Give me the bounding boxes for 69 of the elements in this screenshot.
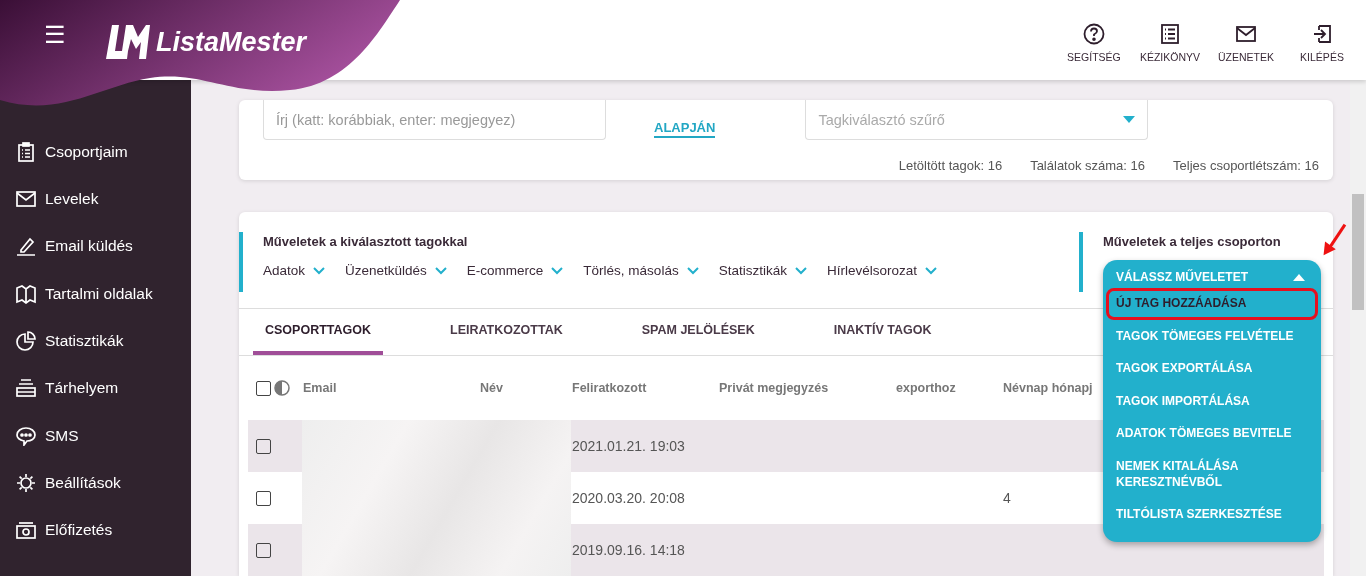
table-cell: 2020.03.20. 20:08	[571, 472, 718, 524]
column-header[interactable]: Név	[479, 356, 571, 420]
section-title: Műveletek a kiválasztott tagokkal	[263, 234, 469, 249]
header-action-button[interactable]: ÜZENETEK	[1216, 23, 1276, 63]
chevron-down-icon	[686, 266, 699, 275]
storage-icon	[16, 378, 36, 399]
gear-icon	[16, 472, 36, 493]
row-checkbox[interactable]	[256, 543, 271, 559]
table-cell: 2021.01.21. 19:03	[571, 420, 718, 472]
tab[interactable]: CSOPORTTAGOK	[253, 309, 384, 355]
action-menu[interactable]: Statisztikák	[718, 263, 807, 278]
sidebar-item[interactable]: Tartalmi oldalak	[0, 270, 191, 318]
mail-icon	[16, 189, 36, 209]
stat-text: Találatok száma: 16	[1030, 158, 1146, 173]
column-header[interactable]: exporthoz	[895, 356, 1002, 420]
tab[interactable]: SPAM JELÖLÉSEK	[629, 309, 767, 355]
envelope-icon	[1235, 23, 1257, 45]
action-menu[interactable]: Törlés, másolás	[583, 263, 699, 278]
clipboard-icon	[16, 141, 36, 162]
tab[interactable]: LEIRATKOZOTTAK	[438, 309, 575, 355]
chevron-down-icon	[551, 266, 564, 275]
stat-text: Teljes csoportlétszám: 16	[1173, 158, 1319, 173]
chevron-down-icon	[924, 266, 937, 275]
section-title: Műveletek a teljes csoporton	[1103, 234, 1282, 249]
list-icon	[1158, 23, 1181, 45]
select-all-checkbox[interactable]	[256, 380, 271, 396]
pointer-arrow-icon	[1322, 222, 1348, 258]
chevron-down-icon	[313, 266, 326, 275]
sidebar-item[interactable]: Statisztikák	[0, 317, 191, 365]
chevron-down-icon	[434, 266, 447, 275]
tab[interactable]: INAKTÍV TAGOK	[821, 309, 944, 355]
pen-icon	[16, 236, 36, 257]
header-action-button[interactable]: KÉZIKÖNYV	[1139, 23, 1200, 63]
column-header[interactable]: Email	[302, 356, 479, 420]
sidebar-item[interactable]: Beállítások	[0, 459, 191, 507]
column-header[interactable]: Privát megjegyzés	[718, 356, 895, 420]
sidebar-item[interactable]: Email küldés	[0, 222, 191, 270]
table-cell: 2019.09.16. 14:18	[571, 524, 718, 576]
action-menu[interactable]: Adatok	[263, 263, 326, 278]
logout-icon	[1311, 23, 1333, 45]
chevron-down-icon	[794, 266, 807, 275]
sidebar-item[interactable]: Tárhelyem	[0, 364, 191, 412]
dropdown-option[interactable]: ÚJ TAG HOZZÁADÁSA	[1106, 288, 1318, 320]
book-icon	[16, 283, 36, 304]
sidebar-item[interactable]: Levelek	[0, 175, 191, 223]
sidebar-item[interactable]: Előfizetés	[0, 506, 191, 554]
row-checkbox[interactable]	[256, 439, 271, 455]
action-menu[interactable]: Hírlevélsorozat	[826, 263, 937, 278]
menu-button[interactable]: ☰	[42, 20, 68, 50]
chat-icon	[16, 425, 36, 446]
table-cell: 4	[1003, 490, 1011, 506]
header-action-button[interactable]: KILÉPÉS	[1292, 23, 1352, 63]
logo-mark-icon	[106, 25, 150, 59]
column-header[interactable]: Feliratkozott	[571, 356, 718, 420]
scrollbar[interactable]	[1350, 80, 1366, 576]
help-icon	[1082, 23, 1105, 45]
action-menu[interactable]: Üzenetküldés	[345, 263, 447, 278]
pie-icon	[16, 330, 36, 351]
sidebar-item[interactable]: SMS	[0, 411, 191, 460]
dropdown-caret-icon	[1123, 116, 1136, 123]
contrast-icon	[274, 380, 290, 396]
stat-text: Letöltött tagok: 16	[898, 158, 1003, 173]
action-menu[interactable]: E-commerce	[466, 263, 564, 278]
sidebar-item[interactable]: Csoportjaim	[0, 128, 191, 176]
row-checkbox[interactable]	[256, 491, 271, 507]
header-action-button[interactable]: SEGÍTSÉG	[1063, 23, 1124, 63]
money-icon	[16, 520, 36, 541]
search-field[interactable]: Írj (katt: korábbiak, enter: megjegyez)	[263, 100, 606, 140]
brand-name: ListaMester	[156, 26, 307, 58]
